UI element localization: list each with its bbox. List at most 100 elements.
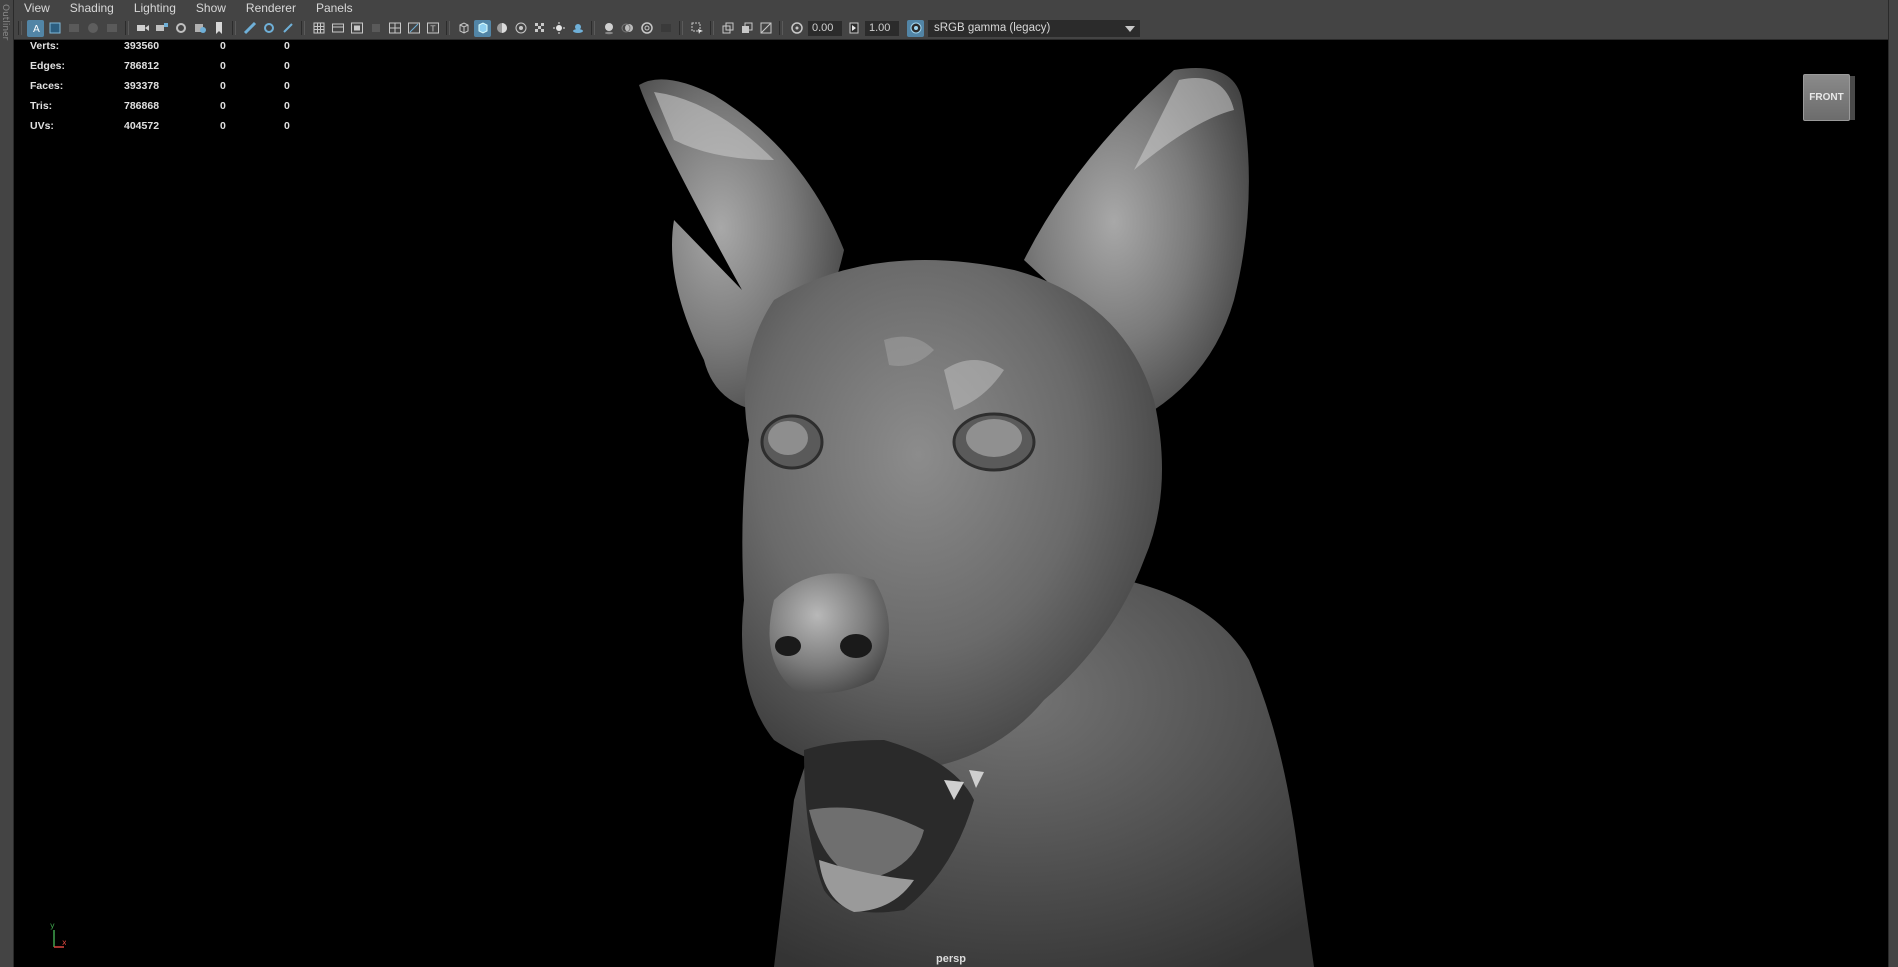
hud-value: 0: [284, 120, 290, 132]
outliner-collapsed-tab[interactable]: Outliner: [0, 0, 14, 967]
shadow-icon: [572, 24, 583, 33]
textured-icon: [515, 22, 526, 34]
hud-value: 786812: [124, 60, 160, 72]
select-camera-icon: A: [29, 22, 42, 35]
grid-toggle-button[interactable]: [310, 20, 327, 37]
menu-view[interactable]: View: [14, 0, 60, 17]
color-space-value: sRGB gamma (legacy): [934, 21, 1051, 34]
gamma-icon: [849, 22, 858, 34]
paint-button[interactable]: [279, 20, 296, 37]
grid-icon: [313, 22, 324, 34]
color-space-dropdown[interactable]: sRGB gamma (legacy): [928, 19, 1140, 37]
axis-y-label: y: [50, 921, 55, 930]
shadows-button[interactable]: [569, 20, 586, 37]
xray-button[interactable]: [531, 20, 548, 37]
gamma-icon-button[interactable]: [845, 20, 862, 37]
hud-row-verts: Verts: 393560 0 0: [30, 40, 290, 60]
camera-name-label: persp: [936, 953, 966, 965]
gamma-field[interactable]: 1.00: [865, 20, 899, 36]
motion-blur-button[interactable]: [619, 20, 636, 37]
view-cube-face[interactable]: FRONT: [1803, 74, 1850, 121]
color-management-icon: [910, 22, 921, 34]
isolate-select-button[interactable]: [688, 20, 705, 37]
menu-lighting[interactable]: Lighting: [124, 0, 186, 17]
gate-mask-button[interactable]: [367, 20, 384, 37]
anti-aliasing-button[interactable]: [638, 20, 655, 37]
xray-joints-button[interactable]: [719, 20, 736, 37]
3d-viewport[interactable]: Verts: 393560 0 0 Edges: 786812 0 0 Face…: [14, 40, 1888, 967]
toolbar-divider: [18, 21, 22, 35]
toolbar-divider: [779, 21, 783, 35]
default-material-button[interactable]: [493, 20, 510, 37]
camera-attributes-icon: [49, 22, 60, 34]
hud-label: Verts:: [30, 40, 60, 52]
resolution-gate-button[interactable]: [348, 20, 365, 37]
toolbar-divider: [710, 21, 714, 35]
svg-text:A: A: [33, 24, 40, 35]
chevron-down-icon: [1125, 25, 1135, 32]
wireframe-button[interactable]: [455, 20, 472, 37]
gate-mask-icon: [371, 24, 380, 32]
hud-value: 0: [284, 80, 290, 92]
hud-row-edges: Edges: 786812 0 0: [30, 60, 290, 80]
view-transform-toggle[interactable]: [907, 19, 924, 37]
textured-button[interactable]: [512, 20, 529, 37]
image-plane-icon: [87, 23, 98, 33]
camera-settings-button[interactable]: [172, 20, 189, 37]
depth-of-field-button[interactable]: [657, 20, 674, 37]
axis-gizmo-icon: y x: [50, 921, 66, 948]
panel-toolbar: A T 0.00 1.00 sRGB gamma (legacy): [14, 17, 1888, 40]
hud-value: 0: [220, 60, 226, 72]
pencil-icon: [243, 21, 256, 35]
camera-view-button[interactable]: [134, 20, 151, 37]
two-d-pan-zoom-button[interactable]: [103, 20, 120, 37]
resolution-gate-icon: [350, 22, 363, 34]
menu-panels[interactable]: Panels: [306, 0, 363, 17]
hud-label: Faces:: [30, 80, 64, 92]
anti-aliasing-icon: [640, 22, 653, 34]
film-gate-toggle-button[interactable]: [329, 20, 346, 37]
hud-row-tris: Tris: 786868 0 0: [30, 100, 290, 120]
dog-head-model[interactable]: [14, 40, 1888, 967]
hud-label: Edges:: [30, 60, 66, 72]
ambient-occlusion-button[interactable]: [600, 20, 617, 37]
image-plane-button[interactable]: [84, 20, 101, 37]
svg-text:T: T: [429, 25, 435, 34]
view-cube[interactable]: FRONT: [1803, 71, 1855, 121]
camera-attributes-button[interactable]: [46, 20, 63, 37]
hud-value: 0: [220, 80, 226, 92]
menu-show[interactable]: Show: [186, 0, 236, 17]
shaded-cube-icon: [478, 22, 487, 34]
backface-culling-button[interactable]: [757, 20, 774, 37]
hud-label: Tris:: [30, 100, 53, 112]
menu-renderer[interactable]: Renderer: [236, 0, 306, 17]
field-chart-button[interactable]: [386, 20, 403, 37]
select-camera-button[interactable]: A: [27, 19, 44, 37]
exposure-icon-button[interactable]: [788, 20, 805, 37]
toolbar-divider: [301, 21, 305, 35]
hud-value: 0: [284, 60, 290, 72]
bookmark-flag-button[interactable]: [210, 20, 227, 37]
hud-value: 393378: [124, 80, 160, 92]
view-cube-side[interactable]: [1850, 76, 1855, 120]
bookmark-button[interactable]: [65, 20, 82, 37]
pan-zoom-icon: [106, 24, 117, 32]
hud-value: 0: [284, 100, 290, 112]
grease-pencil-button[interactable]: [241, 20, 258, 37]
safe-action-button[interactable]: [405, 20, 422, 37]
move-icon: [263, 23, 274, 33]
wireframe-cube-icon: [459, 22, 468, 34]
pan-zoom-toggle-button[interactable]: [260, 20, 277, 37]
smooth-shade-button[interactable]: [474, 19, 491, 37]
use-all-lights-button[interactable]: [550, 20, 567, 37]
menu-shading[interactable]: Shading: [60, 0, 124, 17]
toolbar-divider: [125, 21, 129, 35]
lock-camera-button[interactable]: [153, 20, 170, 37]
film-gate-button[interactable]: [191, 20, 208, 37]
toolbar-divider: [591, 21, 595, 35]
xray-active-components-button[interactable]: [738, 20, 755, 37]
camera-lock-icon: [155, 23, 168, 31]
exposure-field[interactable]: 0.00: [808, 20, 842, 36]
poly-count-hud: Verts: 393560 0 0 Edges: 786812 0 0 Face…: [30, 40, 290, 140]
safe-title-button[interactable]: T: [424, 20, 441, 37]
